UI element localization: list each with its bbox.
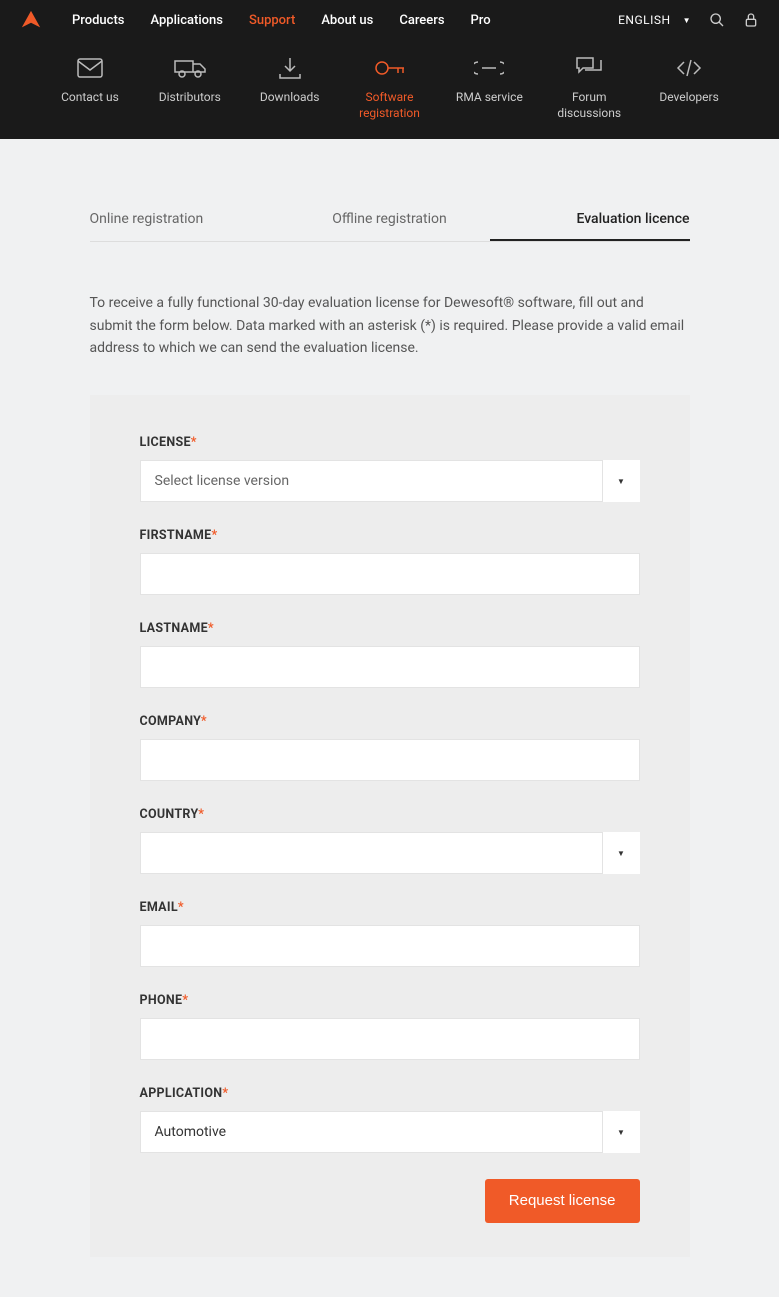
envelope-icon bbox=[40, 54, 140, 82]
company-label: COMPANY* bbox=[140, 714, 640, 729]
nav-about-us[interactable]: About us bbox=[321, 13, 373, 28]
subnav-software-registration[interactable]: Software registration bbox=[340, 54, 440, 121]
phone-label: PHONE* bbox=[140, 993, 640, 1008]
wrench-icon bbox=[439, 54, 539, 82]
subnav-rma-service[interactable]: RMA service bbox=[439, 54, 539, 121]
nav-products[interactable]: Products bbox=[72, 13, 124, 28]
request-license-button[interactable]: Request license bbox=[485, 1179, 640, 1223]
nav-careers[interactable]: Careers bbox=[399, 13, 444, 28]
intro-text: To receive a fully functional 30-day eva… bbox=[90, 292, 690, 359]
subnav-developers[interactable]: Developers bbox=[639, 54, 739, 121]
language-selector[interactable]: ENGLISH ▼ bbox=[618, 13, 691, 27]
language-label: ENGLISH bbox=[618, 13, 670, 27]
lastname-label: LASTNAME* bbox=[140, 621, 640, 636]
application-label: APPLICATION* bbox=[140, 1086, 640, 1101]
application-select[interactable]: Automotive bbox=[140, 1111, 640, 1153]
chevron-down-icon[interactable]: ▼ bbox=[602, 1111, 640, 1153]
key-icon bbox=[340, 54, 440, 82]
truck-icon bbox=[140, 54, 240, 82]
phone-input[interactable] bbox=[140, 1018, 640, 1060]
nav-pro[interactable]: Pro bbox=[471, 13, 491, 28]
email-input[interactable] bbox=[140, 925, 640, 967]
tab-evaluation-licence[interactable]: Evaluation licence bbox=[490, 199, 690, 241]
registration-tabs: Online registration Offline registration… bbox=[90, 199, 690, 242]
country-label: COUNTRY* bbox=[140, 807, 640, 822]
company-input[interactable] bbox=[140, 739, 640, 781]
evaluation-form: LICENSE* Select license version ▼ FIRSTN… bbox=[90, 395, 690, 1257]
nav-applications[interactable]: Applications bbox=[150, 13, 223, 28]
tab-online-registration[interactable]: Online registration bbox=[90, 199, 290, 241]
search-icon[interactable] bbox=[709, 12, 725, 28]
chevron-down-icon[interactable]: ▼ bbox=[602, 832, 640, 874]
subnav-downloads[interactable]: Downloads bbox=[240, 54, 340, 121]
firstname-input[interactable] bbox=[140, 553, 640, 595]
firstname-label: FIRSTNAME* bbox=[140, 528, 640, 543]
nav-support[interactable]: Support bbox=[249, 13, 295, 28]
subnav-distributors[interactable]: Distributors bbox=[140, 54, 240, 121]
chevron-down-icon: ▼ bbox=[683, 16, 691, 25]
subnav-forum-discussions[interactable]: Forum discussions bbox=[539, 54, 639, 121]
download-icon bbox=[240, 54, 340, 82]
support-subnav: Contact us Distributors Downloads Softwa… bbox=[0, 40, 779, 139]
license-select[interactable]: Select license version bbox=[140, 460, 640, 502]
code-icon bbox=[639, 54, 739, 82]
license-label: LICENSE* bbox=[140, 435, 640, 450]
chevron-down-icon[interactable]: ▼ bbox=[602, 460, 640, 502]
lock-icon[interactable] bbox=[743, 12, 759, 28]
brand-logo[interactable] bbox=[20, 9, 42, 31]
tab-offline-registration[interactable]: Offline registration bbox=[290, 199, 490, 241]
chat-icon bbox=[539, 54, 639, 82]
email-label: EMAIL* bbox=[140, 900, 640, 915]
main-nav: Products Applications Support About us C… bbox=[72, 13, 618, 28]
country-select[interactable] bbox=[140, 832, 640, 874]
subnav-contact-us[interactable]: Contact us bbox=[40, 54, 140, 121]
top-nav-bar: Products Applications Support About us C… bbox=[0, 0, 779, 40]
lastname-input[interactable] bbox=[140, 646, 640, 688]
